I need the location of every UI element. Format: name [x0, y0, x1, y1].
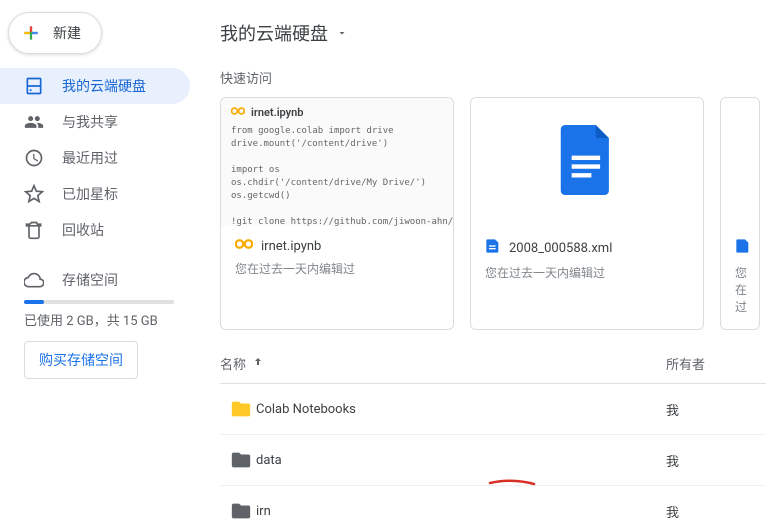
column-name[interactable]: 名称	[220, 354, 666, 373]
folder-icon	[220, 449, 256, 471]
quick-access-row: irnet.ipynb from google.colab import dri…	[220, 97, 766, 330]
trash-icon	[24, 220, 44, 240]
quick-access-card[interactable]: 2 您在过	[720, 97, 760, 330]
colab-icon	[231, 106, 245, 119]
storage-text: 已使用 2 GB，共 15 GB	[24, 310, 188, 329]
sidebar-item-label: 回收站	[62, 220, 104, 240]
card-preview	[721, 98, 759, 226]
card-preview: irnet.ipynb from google.colab import dri…	[221, 98, 453, 226]
cloud-icon	[24, 270, 44, 290]
card-title: irnet.ipynb	[261, 239, 321, 254]
file-owner: 我	[666, 400, 766, 419]
sidebar-item-label: 与我共享	[62, 112, 118, 132]
preview-filename: irnet.ipynb	[251, 106, 303, 119]
plus-icon	[21, 23, 41, 43]
buy-storage-button[interactable]: 购买存储空间	[24, 341, 138, 379]
preview-code: from google.colab import drive drive.mou…	[231, 125, 443, 226]
chevron-down-icon	[336, 23, 348, 44]
quick-access-card[interactable]: irnet.ipynb from google.colab import dri…	[220, 97, 454, 330]
card-title: 2008_000588.xml	[509, 241, 612, 256]
storage-label: 存储空间	[62, 270, 118, 290]
arrow-up-icon	[252, 356, 264, 372]
card-subtitle: 您在过	[735, 264, 745, 315]
sidebar-item-starred[interactable]: 已加星标	[0, 176, 190, 212]
file-list: Colab Notebooks 我 data 我 irn 我	[220, 384, 766, 527]
docs-icon	[735, 238, 751, 258]
folder-icon	[220, 500, 256, 522]
quick-access-card[interactable]: 2008_000588.xml 您在过去一天内编辑过	[470, 97, 704, 330]
new-button[interactable]: 新建	[8, 12, 102, 54]
sidebar-item-trash[interactable]: 回收站	[0, 212, 190, 248]
folder-icon	[220, 398, 256, 420]
main-content: 我的云端硬盘 快速访问 irnet.ipynb from google.cola…	[200, 0, 766, 527]
colab-icon	[235, 238, 253, 254]
docs-icon	[485, 238, 501, 258]
table-row[interactable]: data 我	[220, 435, 766, 486]
sidebar-item-label: 最近用过	[62, 148, 118, 168]
storage-section: 存储空间 已使用 2 GB，共 15 GB 购买存储空间	[0, 260, 200, 379]
sidebar: 新建 我的云端硬盘 与我共享 最近用过 已加星标 回收站 存储空间 已使用 2 …	[0, 0, 200, 527]
card-subtitle: 您在过去一天内编辑过	[485, 264, 689, 281]
sidebar-item-my-drive[interactable]: 我的云端硬盘	[0, 68, 190, 104]
sidebar-item-storage[interactable]: 存储空间	[24, 262, 188, 298]
quick-access-title: 快速访问	[220, 68, 766, 87]
table-row[interactable]: Colab Notebooks 我	[220, 384, 766, 435]
docs-icon	[560, 125, 614, 199]
sidebar-item-shared[interactable]: 与我共享	[0, 104, 190, 140]
file-name: irn	[256, 504, 666, 519]
new-button-label: 新建	[53, 23, 81, 43]
people-icon	[24, 112, 44, 132]
card-preview	[471, 98, 703, 226]
column-owner[interactable]: 所有者	[666, 354, 766, 373]
hand-annotation	[488, 475, 536, 483]
breadcrumb-title: 我的云端硬盘	[220, 20, 328, 46]
file-name: Colab Notebooks	[256, 402, 666, 417]
file-list-header: 名称 所有者	[220, 330, 766, 384]
sidebar-item-recent[interactable]: 最近用过	[0, 140, 190, 176]
card-subtitle: 您在过去一天内编辑过	[235, 260, 439, 277]
file-owner: 我	[666, 451, 766, 470]
breadcrumb[interactable]: 我的云端硬盘	[220, 12, 766, 64]
file-name: data	[256, 453, 666, 468]
storage-bar	[24, 300, 174, 304]
sidebar-item-label: 已加星标	[62, 184, 118, 204]
file-owner: 我	[666, 502, 766, 521]
star-icon	[24, 184, 44, 204]
drive-icon	[24, 76, 44, 96]
table-row[interactable]: irn 我	[220, 486, 766, 527]
card-title: 2	[759, 241, 760, 256]
clock-icon	[24, 148, 44, 168]
sidebar-item-label: 我的云端硬盘	[62, 76, 146, 96]
column-name-label: 名称	[220, 354, 246, 373]
